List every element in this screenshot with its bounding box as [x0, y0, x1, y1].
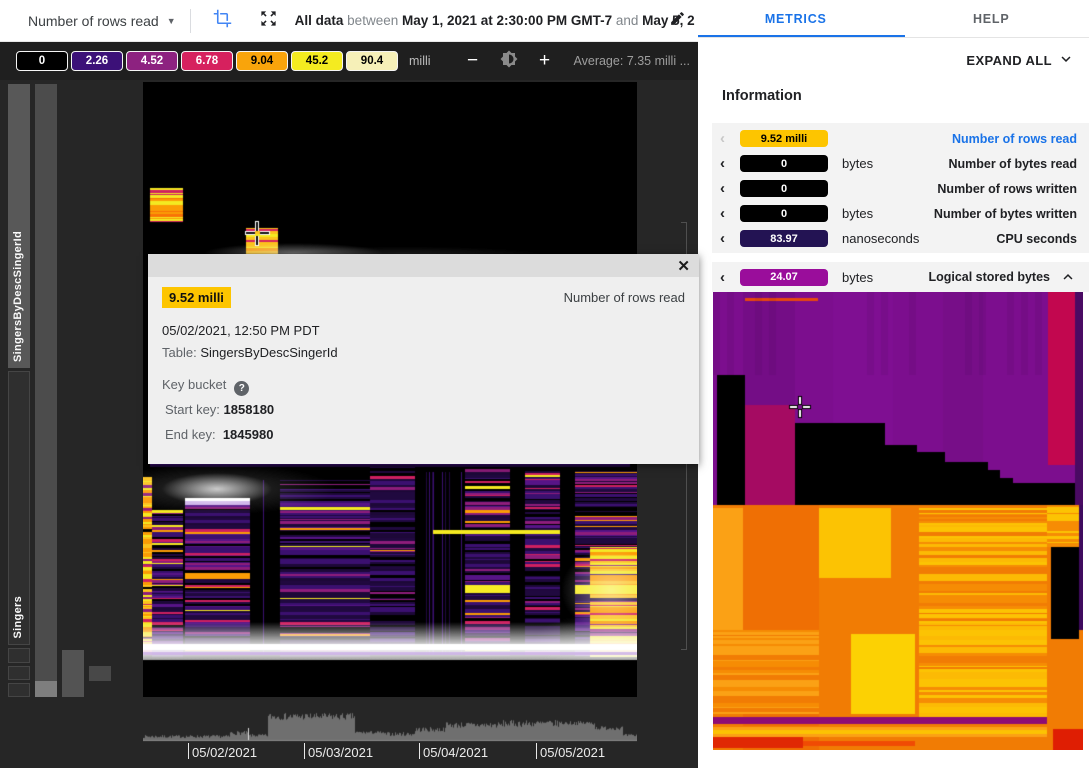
chevron-left-icon[interactable]: ‹	[720, 270, 736, 285]
cell-value-chip: 9.52 milli	[162, 287, 231, 308]
expand-all-button[interactable]: EXPAND ALL	[966, 50, 1075, 71]
metric-label[interactable]: CPU seconds	[996, 232, 1077, 246]
chevron-down-icon	[1057, 50, 1075, 71]
date-label: 05/04/2021	[423, 745, 488, 760]
chevron-left-icon[interactable]: ‹	[720, 231, 736, 246]
metric-row-bytes-written: ‹ 0 bytes Number of bytes written	[712, 201, 1089, 226]
color-swatch: 90.4	[346, 51, 398, 71]
active-tab-underline	[698, 35, 905, 37]
time-range-text: All data between May 1, 2021 at 2:30:00 …	[295, 13, 695, 28]
metric-label[interactable]: Number of rows written	[937, 182, 1077, 196]
chevron-left-icon[interactable]: ‹	[720, 206, 736, 221]
toolbar: Number of rows read ▼ All data between M…	[0, 0, 698, 42]
color-swatch: 9.04	[236, 51, 288, 71]
pencil-icon	[669, 10, 686, 32]
keyspace-column-level2-highlight[interactable]	[35, 681, 57, 697]
color-scale-bar: 0 2.26 4.52 6.78 9.04 45.2 90.4 milli − …	[0, 42, 698, 80]
color-swatch: 0	[16, 51, 68, 71]
metric-value-badge: 24.07	[740, 269, 828, 286]
crop-button[interactable]	[207, 5, 239, 37]
chevron-left-icon[interactable]: ‹	[720, 181, 736, 196]
date-label: 05/03/2021	[308, 745, 373, 760]
metric-value-badge: 83.97	[740, 230, 828, 247]
cell-metric-name: Number of rows read	[564, 290, 685, 305]
metric-row-logical-stored-bytes: ‹ 24.07 bytes Logical stored bytes	[712, 265, 1089, 290]
fit-to-screen-button[interactable]	[253, 5, 285, 37]
keyspace-segment-singers[interactable]: Singers	[8, 371, 30, 645]
metric-row-cpu-seconds: ‹ 83.97 nanoseconds CPU seconds	[712, 226, 1089, 251]
metric-value-badge: 0	[740, 180, 828, 197]
keyspace-cell[interactable]	[8, 648, 30, 663]
metric-label[interactable]: Number of bytes written	[934, 207, 1077, 221]
metric-value-badge: 0	[740, 205, 828, 222]
keyspace-segment-label: Singers	[12, 596, 24, 638]
metric-label[interactable]: Logical stored bytes	[928, 270, 1050, 284]
dropdown-arrow-icon: ▼	[167, 16, 176, 26]
section-title: Information	[722, 88, 802, 104]
increase-scale-button[interactable]: +	[532, 50, 558, 72]
average-value-label: Average: 7.35 milli ...	[574, 54, 691, 68]
cell-timestamp: 05/02/2021, 12:50 PM PDT	[162, 323, 320, 338]
date-label: 05/02/2021	[192, 745, 257, 760]
chevron-left-icon[interactable]: ‹	[720, 156, 736, 171]
cell-detail-popup: ✕ 9.52 milli Number of rows read 05/02/2…	[148, 254, 699, 464]
cell-table-row: Table: SingersByDescSingerId	[162, 345, 338, 360]
tab-metrics[interactable]: METRICS	[698, 0, 894, 37]
decrease-scale-button[interactable]: −	[460, 50, 486, 72]
time-range-prefix: All data	[295, 13, 344, 28]
toolbar-divider	[190, 9, 191, 33]
metrics-panel: METRICS HELP EXPAND ALL Information ‹ 9.…	[698, 0, 1089, 768]
metric-dropdown[interactable]: Number of rows read ▼	[28, 13, 176, 29]
keyspace-cell[interactable]	[8, 666, 30, 680]
tab-help[interactable]: HELP	[894, 0, 1089, 37]
help-icon[interactable]: ?	[234, 381, 249, 396]
panel-tabbar: METRICS HELP	[698, 0, 1089, 38]
scale-unit-label: milli	[409, 54, 431, 68]
brightness-button[interactable]	[500, 50, 518, 73]
metric-label[interactable]: Number of bytes read	[948, 157, 1077, 171]
crop-icon	[213, 9, 232, 33]
metric-row-rows-written: ‹ 0 Number of rows written	[712, 176, 1089, 201]
metric-value-badge: 0	[740, 155, 828, 172]
metric-row-rows-read: ‹ 9.52 milli Number of rows read	[712, 126, 1089, 151]
date-tick	[419, 743, 420, 759]
brightness-icon	[500, 50, 518, 73]
color-swatch: 6.78	[181, 51, 233, 71]
keyspace-column-level3[interactable]	[62, 650, 84, 697]
date-tick	[188, 743, 189, 759]
keyspace-segment-singersbydesc[interactable]: SingersByDescSingerId	[8, 84, 30, 368]
expanded-metric-card: ‹ 24.07 bytes Logical stored bytes	[712, 262, 1089, 292]
date-label: 05/05/2021	[540, 745, 605, 760]
metrics-card: ‹ 9.52 milli Number of rows read ‹ 0 byt…	[712, 123, 1089, 253]
chevron-left-icon[interactable]: ‹	[720, 131, 736, 146]
chevron-up-icon[interactable]	[1059, 268, 1077, 286]
timeline-sparkline	[143, 698, 637, 744]
color-swatch: 4.52	[126, 51, 178, 71]
edit-time-range-button[interactable]	[664, 8, 690, 34]
color-swatch: 45.2	[291, 51, 343, 71]
keyspace-cell[interactable]	[8, 683, 30, 697]
end-key-row: End key: 1845980	[165, 427, 273, 442]
metric-row-bytes-read: ‹ 0 bytes Number of bytes read	[712, 151, 1089, 176]
close-icon[interactable]: ✕	[677, 257, 690, 275]
keyspace-segment-label: SingersByDescSingerId	[12, 231, 24, 362]
keyspace-column-level4[interactable]	[89, 666, 111, 681]
date-tick	[536, 743, 537, 759]
metric-dropdown-label: Number of rows read	[28, 13, 159, 29]
metric-value-badge: 9.52 milli	[740, 130, 828, 147]
date-tick	[304, 743, 305, 759]
color-swatch: 2.26	[71, 51, 123, 71]
metric-thumbnail-heatmap[interactable]	[713, 292, 1083, 750]
popup-header	[148, 254, 699, 277]
expand-arrows-icon	[259, 9, 278, 33]
start-key-row: Start key: 1858180	[165, 402, 274, 417]
keyspace-column-level2[interactable]	[35, 84, 57, 697]
metric-label[interactable]: Number of rows read	[952, 132, 1077, 146]
key-bucket-row: Key bucket?	[162, 377, 249, 396]
key-visualizer-app: Number of rows read ▼ All data between M…	[0, 0, 1089, 768]
